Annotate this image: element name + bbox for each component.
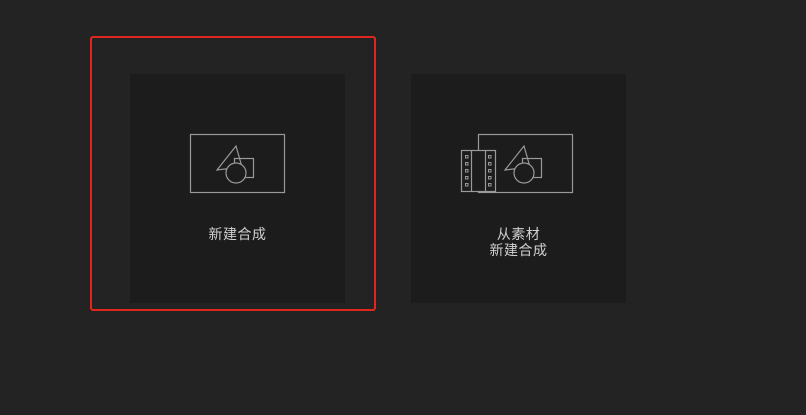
composition-from-footage-label-line1: 从素材 <box>496 227 541 243</box>
new-composition-label-text: 新建合成 <box>208 227 267 243</box>
composition-from-footage-label: 从素材 新建合成 <box>411 227 626 259</box>
composition-from-footage-label-line2: 新建合成 <box>489 243 548 259</box>
composition-from-footage-card[interactable]: 从素材 新建合成 <box>411 74 626 303</box>
new-composition-label: 新建合成 <box>130 227 345 243</box>
composition-icon <box>189 133 286 194</box>
new-composition-card[interactable]: 新建合成 <box>130 74 345 303</box>
start-screen: 新建合成 从素材 新建合成 <box>0 0 806 415</box>
footage-composition-icon <box>460 133 574 194</box>
